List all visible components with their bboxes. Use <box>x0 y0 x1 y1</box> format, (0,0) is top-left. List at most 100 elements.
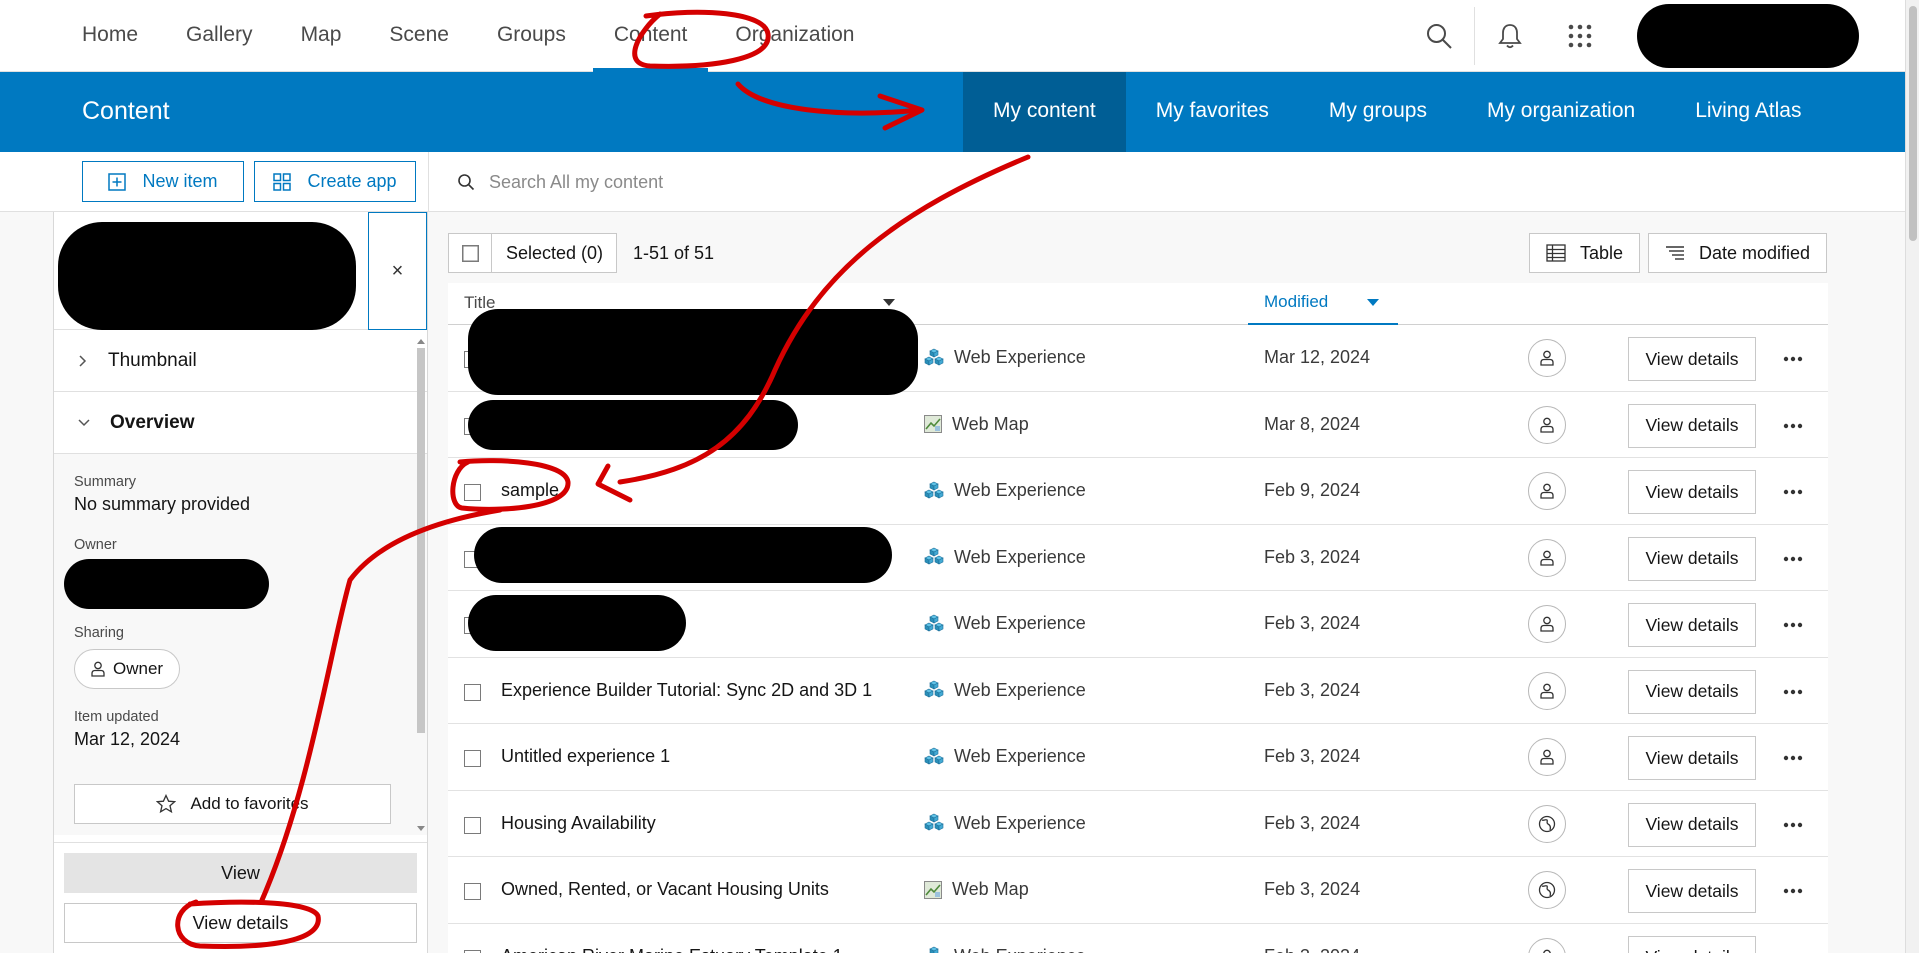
create-app-button[interactable]: Create app <box>254 161 416 202</box>
more-options-icon[interactable] <box>1773 803 1813 847</box>
tab-my-organization[interactable]: My organization <box>1457 72 1665 152</box>
nav-link-groups[interactable]: Groups <box>473 0 590 72</box>
item-title-redacted <box>468 309 918 395</box>
nav-link-scene[interactable]: Scene <box>365 0 473 72</box>
overview-body: Summary No summary provided Owner Sharin… <box>54 454 427 835</box>
updated-value: Mar 12, 2024 <box>74 729 181 749</box>
more-options-icon[interactable] <box>1773 736 1813 780</box>
page-scrollbar[interactable] <box>1905 0 1919 953</box>
row-checkbox[interactable] <box>464 683 481 701</box>
owner-user-icon[interactable] <box>1528 339 1566 377</box>
panel-view-details-button[interactable]: View details <box>64 903 417 943</box>
more-options-icon[interactable] <box>1773 670 1813 714</box>
user-avatar-redacted[interactable] <box>1637 4 1859 68</box>
view-details-button[interactable]: View details <box>1628 603 1756 647</box>
owner-user-icon[interactable] <box>1528 605 1566 643</box>
view-details-button[interactable]: View details <box>1628 403 1756 448</box>
view-details-button[interactable]: View details <box>1628 802 1756 847</box>
row-checkbox[interactable] <box>464 816 481 834</box>
view-details-button[interactable]: View details <box>1628 337 1756 381</box>
selected-count-button[interactable]: Selected (0) <box>492 234 616 272</box>
sharing-owner-chip[interactable]: Owner <box>74 649 181 689</box>
table-row[interactable]: Web Experience Mar 12, 2024 View details <box>448 309 1828 395</box>
table-row[interactable]: American River Marine Estuary Template 1… <box>448 924 1828 953</box>
globe-icon[interactable] <box>1528 804 1566 843</box>
tab-my-groups[interactable]: My groups <box>1299 72 1457 152</box>
select-all-checkbox[interactable] <box>449 234 492 272</box>
view-button[interactable]: View <box>64 853 417 893</box>
globe-icon[interactable] <box>1528 871 1566 909</box>
owner-user-icon[interactable] <box>1528 671 1566 710</box>
more-options-icon[interactable] <box>1773 603 1813 647</box>
item-title-link[interactable]: Owned, Rented, or Vacant Housing Units <box>501 879 829 900</box>
table-view-button[interactable]: Table <box>1529 233 1641 273</box>
tab-my-content[interactable]: My content <box>963 72 1126 152</box>
row-checkbox[interactable] <box>464 750 481 767</box>
new-item-button[interactable]: New item <box>82 161 244 202</box>
view-details-button[interactable]: View details <box>1628 536 1756 581</box>
close-panel-button[interactable]: × <box>368 212 427 330</box>
nav-link-organization[interactable]: Organization <box>711 0 878 72</box>
action-row: New item Create app <box>0 152 1905 212</box>
web-experience-icon <box>924 348 944 368</box>
item-type: Web Map <box>924 879 1029 900</box>
caret-down-icon[interactable] <box>882 298 896 307</box>
table-row[interactable]: Untitled experience 1 Web Experience Feb 3… <box>448 724 1828 791</box>
nav-link-gallery[interactable]: Gallery <box>162 0 277 72</box>
table-row[interactable]: Web Map Mar 8, 2024 View details <box>448 392 1828 458</box>
table-row[interactable]: Housing Availability Web Experience Feb 3,… <box>448 791 1828 857</box>
item-title-link[interactable]: Housing Availability <box>501 813 656 834</box>
web-map-icon <box>924 415 942 433</box>
more-options-icon[interactable] <box>1773 404 1813 448</box>
more-options-icon[interactable] <box>1773 470 1813 514</box>
item-title-link[interactable]: American River Marine Estuary Template 1 <box>501 946 843 953</box>
page-scrollbar-thumb[interactable] <box>1909 6 1917 241</box>
table-row[interactable]: Web Experience Feb 3, 2024 View details <box>448 525 1828 591</box>
item-title-redacted <box>468 595 686 651</box>
view-details-button[interactable]: View details <box>1628 669 1756 714</box>
more-options-icon[interactable] <box>1773 869 1813 913</box>
search-input[interactable] <box>489 171 1089 193</box>
nav-link-map[interactable]: Map <box>277 0 366 72</box>
more-options-icon[interactable] <box>1773 537 1813 581</box>
view-details-button[interactable]: View details <box>1628 869 1756 913</box>
item-type-label: Web Experience <box>954 746 1086 766</box>
bell-icon[interactable] <box>1475 0 1545 72</box>
view-details-button[interactable]: View details <box>1628 935 1756 953</box>
owner-user-icon[interactable] <box>1528 472 1566 510</box>
table-row[interactable]: Web Experience Feb 3, 2024 View details <box>448 591 1828 658</box>
overview-section-toggle[interactable]: Overview <box>54 392 427 454</box>
panel-scrollbar[interactable] <box>415 338 427 832</box>
view-details-button[interactable]: View details <box>1628 736 1756 780</box>
item-title-link[interactable]: Untitled experience 1 <box>501 746 670 767</box>
add-to-favorites-button[interactable]: Add to favorites <box>74 784 391 824</box>
more-options-icon[interactable] <box>1773 936 1813 953</box>
owner-user-icon[interactable] <box>1528 937 1566 953</box>
nav-link-content[interactable]: Content <box>590 0 712 72</box>
panel-scrollbar-thumb[interactable] <box>417 348 425 733</box>
more-options-icon[interactable] <box>1773 337 1813 381</box>
view-details-button[interactable]: View details <box>1628 470 1756 514</box>
owner-user-icon[interactable] <box>1528 405 1566 444</box>
nav-link-home[interactable]: Home <box>58 0 162 72</box>
item-type: Web Experience <box>924 347 1086 368</box>
tab-living-atlas[interactable]: Living Atlas <box>1665 72 1831 152</box>
app-launcher-icon[interactable] <box>1545 0 1615 72</box>
item-title-link[interactable]: Experience Builder Tutorial: Sync 2D and… <box>501 680 872 701</box>
tab-my-favorites[interactable]: My favorites <box>1126 72 1299 152</box>
table-row[interactable]: Owned, Rented, or Vacant Housing Units We… <box>448 857 1828 924</box>
sort-desc-caret-icon[interactable] <box>1366 298 1380 307</box>
thumbnail-section-toggle[interactable]: Thumbnail <box>54 330 427 392</box>
item-title-link[interactable]: sample <box>501 480 559 501</box>
sort-button[interactable]: Date modified <box>1648 233 1828 273</box>
row-checkbox[interactable] <box>464 949 481 953</box>
owner-user-icon[interactable] <box>1528 538 1566 577</box>
row-checkbox[interactable] <box>464 484 481 501</box>
modified-date: Feb 9, 2024 <box>1264 480 1361 500</box>
row-checkbox[interactable] <box>464 883 481 900</box>
search-icon[interactable] <box>1404 0 1474 72</box>
table-body: Web Experience Mar 12, 2024 View details We… <box>448 309 1828 953</box>
table-row[interactable]: Experience Builder Tutorial: Sync 2D and… <box>448 658 1828 724</box>
table-row[interactable]: sample Web Experience Feb 9, 2024 View deta… <box>448 458 1828 525</box>
owner-user-icon[interactable] <box>1528 738 1566 776</box>
